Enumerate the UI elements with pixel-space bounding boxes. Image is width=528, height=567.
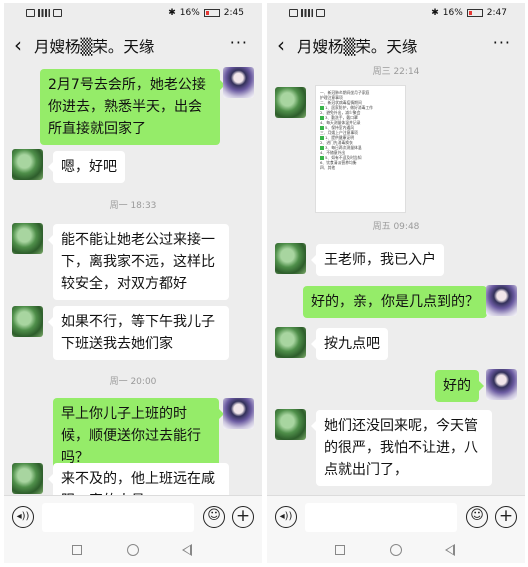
message-list[interactable]: 2月7号去会所，她老公接你进去，熟悉半天，出会所直接就回家了 嗯，好吧 周一 1… bbox=[4, 63, 262, 495]
hd-icon bbox=[289, 9, 298, 17]
timestamp: 周五 09:48 bbox=[372, 222, 420, 232]
voice-icon[interactable]: ◂)) bbox=[12, 506, 34, 528]
chat-header: ‹ 月嫂杨▒荣。天缘 ··· bbox=[267, 27, 525, 63]
status-icons bbox=[26, 9, 62, 17]
plus-icon[interactable]: + bbox=[232, 506, 254, 528]
status-icons bbox=[289, 9, 325, 17]
recents-icon[interactable] bbox=[72, 545, 82, 555]
message-bubble[interactable]: 王老师，我已入户 bbox=[311, 244, 444, 276]
chat-screen-right: ✱ 16% 2:47 ‹ 月嫂杨▒荣。天缘 ··· 周三 22:14 一、新冠肺… bbox=[267, 3, 525, 563]
avatar[interactable] bbox=[12, 223, 43, 254]
bluetooth-icon: ✱ bbox=[431, 8, 439, 18]
timestamp: 周一 18:33 bbox=[109, 201, 157, 211]
recents-icon[interactable] bbox=[335, 545, 345, 555]
avatar[interactable] bbox=[223, 398, 254, 429]
message-input[interactable] bbox=[305, 503, 457, 532]
chat-title: 月嫂杨▒荣。天缘 bbox=[297, 38, 418, 56]
more-icon[interactable]: ··· bbox=[493, 33, 511, 52]
clock: 2:47 bbox=[486, 8, 507, 18]
chat-screen-left: ✱ 16% 2:45 ‹ 月嫂杨▒荣。天缘 ··· 2月7号去会所，她老公接你进… bbox=[4, 3, 262, 563]
back-nav-icon[interactable] bbox=[182, 544, 192, 556]
avatar[interactable] bbox=[486, 285, 517, 316]
back-nav-icon[interactable] bbox=[445, 544, 455, 556]
status-bar: ✱ 16% 2:47 bbox=[267, 3, 525, 27]
emoji-icon[interactable]: ☺ bbox=[466, 506, 488, 528]
more-icon[interactable]: ··· bbox=[230, 33, 248, 52]
avatar[interactable] bbox=[275, 327, 306, 358]
message-bubble[interactable]: 嗯，好吧 bbox=[48, 151, 125, 183]
avatar[interactable] bbox=[12, 306, 43, 337]
message-bubble[interactable]: 好的 bbox=[435, 370, 484, 402]
back-icon[interactable]: ‹ bbox=[277, 33, 285, 57]
wifi-icon bbox=[316, 9, 325, 17]
navigation-bar bbox=[267, 538, 525, 563]
message-input[interactable] bbox=[42, 503, 194, 532]
message-bubble[interactable]: 来不及的，他上班远在咸阳，家的人员 bbox=[48, 463, 229, 495]
battery-percent: 16% bbox=[179, 8, 200, 18]
message-bubble[interactable]: 如果不行，等下午我儿子下班送我去她们家 bbox=[48, 306, 229, 360]
status-bar: ✱ 16% 2:45 bbox=[4, 3, 262, 27]
emoji-icon[interactable]: ☺ bbox=[203, 506, 225, 528]
wifi-icon bbox=[53, 9, 62, 17]
voice-icon[interactable]: ◂)) bbox=[275, 506, 297, 528]
avatar[interactable] bbox=[486, 369, 517, 400]
signal-icon bbox=[38, 9, 50, 17]
avatar[interactable] bbox=[223, 67, 254, 98]
navigation-bar bbox=[4, 538, 262, 563]
message-bubble[interactable]: 她们还没回来呢，今天管的很严，我怕不让进，八点就出门了， bbox=[311, 410, 492, 486]
back-icon[interactable]: ‹ bbox=[14, 33, 22, 57]
chat-title: 月嫂杨▒荣。天缘 bbox=[34, 38, 155, 56]
timestamp: 周三 22:14 bbox=[372, 67, 420, 77]
plus-icon[interactable]: + bbox=[495, 506, 517, 528]
message-bubble[interactable]: 2月7号去会所，她老公接你进去，熟悉半天，出会所直接就回家了 bbox=[40, 69, 225, 145]
message-list[interactable]: 周三 22:14 一、新冠肺炎期间坐月子家庭 护理注意事项 二、新冠状病毒疫情期… bbox=[267, 63, 525, 495]
battery-percent: 16% bbox=[442, 8, 463, 18]
clock: 2:45 bbox=[223, 8, 244, 18]
battery-icon bbox=[466, 9, 483, 17]
message-bubble[interactable]: 能不能让她老公过来接一下，离我家不远，这样比较安全，对双方都好 bbox=[48, 224, 229, 300]
hd-icon bbox=[26, 9, 35, 17]
doc-line: 四、其他 bbox=[320, 165, 336, 170]
input-bar: ◂)) ☺ + bbox=[267, 495, 525, 538]
chat-header: ‹ 月嫂杨▒荣。天缘 ··· bbox=[4, 27, 262, 63]
avatar[interactable] bbox=[275, 409, 306, 440]
input-bar: ◂)) ☺ + bbox=[4, 495, 262, 538]
battery-icon bbox=[203, 9, 220, 17]
image-message[interactable]: 一、新冠肺炎期间坐月子家庭 护理注意事项 二、新冠状病毒疫情期间 1、居家防护，… bbox=[315, 85, 406, 213]
message-bubble[interactable]: 按九点吧 bbox=[311, 328, 388, 360]
avatar[interactable] bbox=[275, 243, 306, 274]
bluetooth-icon: ✱ bbox=[168, 8, 176, 18]
avatar[interactable] bbox=[12, 149, 43, 180]
home-icon[interactable] bbox=[390, 544, 402, 556]
signal-icon bbox=[301, 9, 313, 17]
home-icon[interactable] bbox=[127, 544, 139, 556]
avatar[interactable] bbox=[12, 463, 43, 494]
avatar[interactable] bbox=[275, 87, 306, 118]
message-bubble[interactable]: 好的，亲，你是几点到的？ bbox=[303, 286, 492, 318]
timestamp: 周一 20:00 bbox=[109, 377, 157, 387]
